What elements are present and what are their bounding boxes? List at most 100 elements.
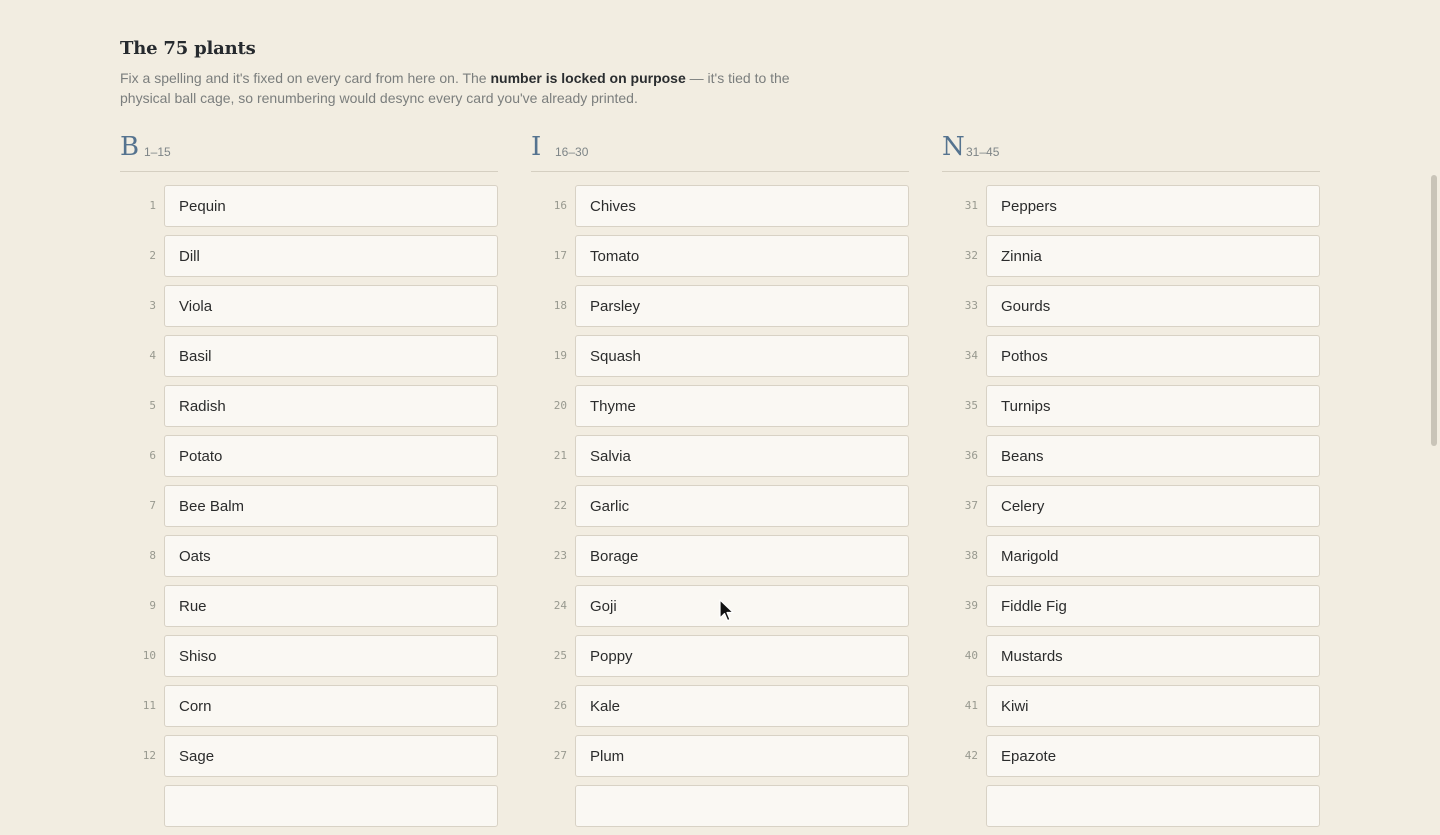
plant-name-input[interactable] [986,385,1320,427]
plant-row [120,785,498,827]
plant-number: 23 [553,549,567,562]
plant-row [942,785,1320,827]
plant-name-input[interactable] [575,735,909,777]
plant-number: 19 [553,349,567,362]
section-title: The 75 plants [120,38,256,59]
plant-row: 27 [531,735,909,777]
plant-name-input[interactable] [986,535,1320,577]
column-letter: N [942,132,965,162]
column-i: I 16–30 16 17 18 19 20 21 22 23 24 25 26 27 [531,128,909,827]
plant-name-input[interactable] [575,285,909,327]
plant-name-input[interactable] [986,335,1320,377]
section-description: Fix a spelling and it's fixed on every c… [120,68,800,108]
plant-name-input[interactable] [575,785,909,827]
plant-number: 35 [964,399,978,412]
plant-name-input[interactable] [575,335,909,377]
plant-number: 21 [553,449,567,462]
plant-row: 6 [120,435,498,477]
plant-number: 40 [964,649,978,662]
plant-row [531,785,909,827]
plant-name-input[interactable] [575,635,909,677]
plant-number: 8 [149,549,156,562]
plant-number: 26 [553,699,567,712]
plant-name-input[interactable] [164,685,498,727]
plant-list: 31 32 33 34 35 36 37 38 39 40 41 42 [942,185,1320,835]
plant-row: 9 [120,585,498,627]
plant-number: 1 [149,199,156,212]
plant-name-input[interactable] [986,485,1320,527]
plant-number: 34 [964,349,978,362]
plant-name-input[interactable] [986,685,1320,727]
column-header: I 16–30 [531,128,909,172]
plant-row: 17 [531,235,909,277]
plant-row: 26 [531,685,909,727]
plant-name-input[interactable] [164,535,498,577]
plant-name-input[interactable] [164,385,498,427]
plant-name-input[interactable] [986,235,1320,277]
plant-number: 5 [149,399,156,412]
plant-name-input[interactable] [986,585,1320,627]
plant-name-input[interactable] [575,535,909,577]
plant-number: 4 [149,349,156,362]
plant-number: 11 [142,699,156,712]
plant-number [942,785,978,827]
plant-row: 20 [531,385,909,427]
plant-row: 37 [942,485,1320,527]
plant-number: 20 [553,399,567,412]
page-scrollbar[interactable] [1428,0,1440,795]
plant-name-input[interactable] [986,185,1320,227]
plant-number: 10 [142,649,156,662]
plant-name-input[interactable] [164,235,498,277]
plant-name-input[interactable] [986,285,1320,327]
plant-number: 31 [964,199,978,212]
plant-name-input[interactable] [575,585,909,627]
plant-number: 27 [553,749,567,762]
plant-row: 39 [942,585,1320,627]
plant-name-input[interactable] [575,485,909,527]
plant-row: 25 [531,635,909,677]
plant-row: 11 [120,685,498,727]
plant-number: 36 [964,449,978,462]
plant-name-input[interactable] [575,685,909,727]
plant-row: 36 [942,435,1320,477]
column-header: B 1–15 [120,128,498,172]
plant-name-input[interactable] [164,785,498,827]
plant-row: 31 [942,185,1320,227]
plant-name-input[interactable] [986,785,1320,827]
plant-number: 3 [149,299,156,312]
plant-name-input[interactable] [575,385,909,427]
plant-number: 38 [964,549,978,562]
plant-row: 12 [120,735,498,777]
plant-row: 5 [120,385,498,427]
column-letter: I [531,132,542,162]
plant-row: 18 [531,285,909,327]
plant-name-input[interactable] [986,435,1320,477]
plant-name-input[interactable] [164,635,498,677]
plant-name-input[interactable] [164,585,498,627]
plant-name-input[interactable] [164,735,498,777]
plant-name-input[interactable] [164,185,498,227]
plant-name-input[interactable] [575,435,909,477]
column-range: 1–15 [144,145,171,159]
plant-row: 8 [120,535,498,577]
plant-name-input[interactable] [164,285,498,327]
plant-row: 4 [120,335,498,377]
plant-name-input[interactable] [986,735,1320,777]
plant-number: 42 [964,749,978,762]
plant-number: 37 [964,499,978,512]
plant-row: 23 [531,535,909,577]
plant-name-input[interactable] [164,335,498,377]
plant-row: 16 [531,185,909,227]
plant-name-input[interactable] [164,485,498,527]
plant-row: 41 [942,685,1320,727]
plant-row: 35 [942,385,1320,427]
plant-number: 25 [553,649,567,662]
plant-name-input[interactable] [164,435,498,477]
plant-number: 32 [964,249,978,262]
plant-number: 39 [964,599,978,612]
plant-number [120,785,156,827]
plant-name-input[interactable] [575,235,909,277]
scrollbar-thumb[interactable] [1431,175,1437,446]
plant-name-input[interactable] [575,185,909,227]
plant-name-input[interactable] [986,635,1320,677]
